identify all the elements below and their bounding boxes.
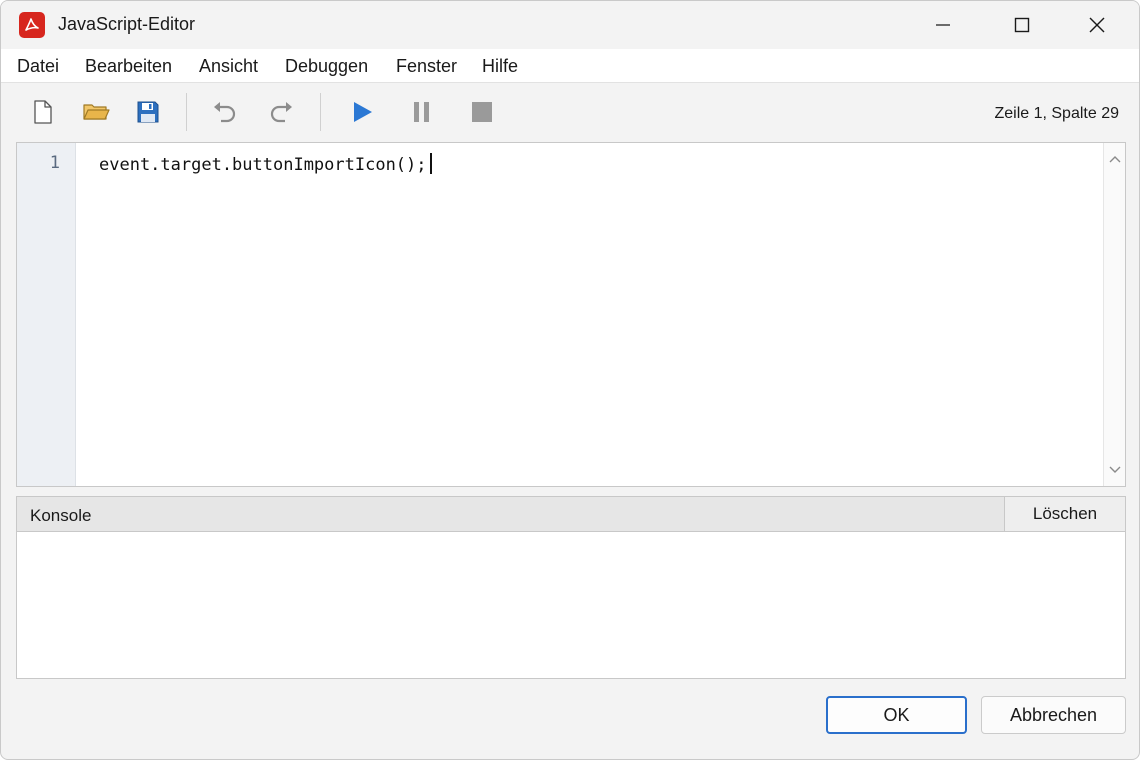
toolbar-separator (320, 93, 321, 131)
title-bar[interactable]: JavaScript-Editor (1, 1, 1139, 49)
menu-bearbeiten[interactable]: Bearbeiten (85, 56, 172, 77)
menu-debuggen[interactable]: Debuggen (285, 56, 368, 77)
redo-icon[interactable] (264, 94, 300, 130)
scroll-down-arrow-icon[interactable] (1109, 461, 1121, 479)
line-number-gutter: 1 (17, 143, 76, 486)
run-icon[interactable] (344, 94, 380, 130)
minimize-button[interactable] (907, 1, 979, 49)
code-text: event.target.buttonImportIcon(); (99, 155, 427, 175)
ok-button[interactable]: OK (826, 696, 967, 734)
open-folder-icon[interactable] (78, 94, 114, 130)
close-button[interactable] (1061, 1, 1133, 49)
stop-icon[interactable] (464, 94, 500, 130)
cursor-position: Zeile 1, Spalte 29 (994, 105, 1119, 122)
console-title: Konsole (30, 506, 92, 525)
new-file-icon[interactable] (25, 94, 61, 130)
console-panel: Konsole Löschen (16, 496, 1126, 679)
acrobat-app-icon (19, 12, 45, 38)
code-editor[interactable]: 1 event.target.buttonImportIcon(); (16, 142, 1126, 487)
console-output[interactable] (17, 532, 1125, 678)
toolbar: Zeile 1, Spalte 29 (1, 84, 1139, 140)
menu-ansicht[interactable]: Ansicht (199, 56, 258, 77)
undo-icon[interactable] (206, 94, 242, 130)
line-number: 1 (49, 153, 60, 173)
menu-hilfe[interactable]: Hilfe (482, 56, 518, 77)
pause-icon[interactable] (404, 94, 440, 130)
text-caret (429, 153, 432, 174)
code-line[interactable]: event.target.buttonImportIcon(); (99, 153, 432, 175)
save-icon[interactable] (130, 94, 166, 130)
scroll-up-arrow-icon[interactable] (1109, 150, 1121, 168)
menu-fenster[interactable]: Fenster (396, 56, 457, 77)
window-title: JavaScript-Editor (58, 14, 196, 34)
cancel-button[interactable]: Abbrechen (981, 696, 1126, 734)
menu-bar: Datei Bearbeiten Ansicht Debuggen Fenste… (1, 49, 1139, 83)
clear-console-button[interactable]: Löschen (1004, 497, 1125, 531)
toolbar-separator (186, 93, 187, 131)
javascript-editor-window: JavaScript-Editor Datei Bearbeiten Ansic… (0, 0, 1140, 760)
menu-datei[interactable]: Datei (17, 56, 59, 77)
console-header: Konsole Löschen (17, 497, 1125, 532)
vertical-scrollbar[interactable] (1103, 143, 1125, 486)
maximize-button[interactable] (986, 1, 1058, 49)
